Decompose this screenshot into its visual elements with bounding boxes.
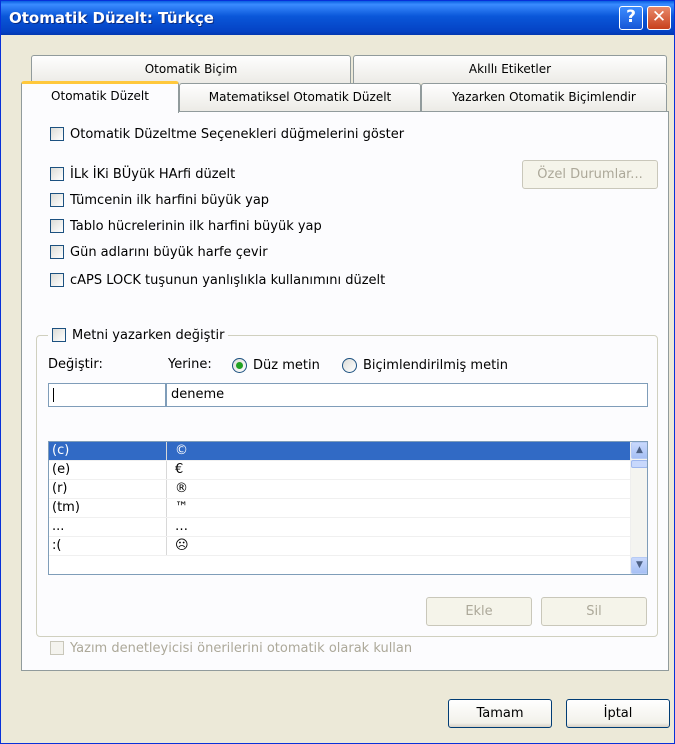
with-cell: € [175, 462, 184, 477]
tab-autocorrect[interactable]: Otomatik Düzelt [21, 81, 179, 113]
caps-lock-option[interactable]: cAPS LOCK tuşunun yanlışlıkla kullanımın… [50, 271, 385, 289]
two-initials-option[interactable]: İLk İKi BÜyük HArfi düzelt [50, 165, 235, 183]
list-item[interactable]: (c) © [49, 442, 647, 461]
capitalize-days-label: Gün adlarını büyük harfe çevir [70, 244, 268, 260]
autocorrect-panel: Otomatik Düzeltme Seçenekleri düğmelerin… [21, 111, 669, 671]
caps-lock-checkbox[interactable] [50, 273, 64, 287]
show-buttons-option[interactable]: Otomatik Düzeltme Seçenekleri düğmelerin… [50, 125, 404, 143]
replace-cell: (c) [49, 442, 167, 460]
add-button[interactable]: Ekle [426, 597, 532, 626]
replace-as-you-type-checkbox[interactable] [52, 328, 66, 342]
replace-as-you-type-option[interactable]: Metni yazarken değiştir [48, 326, 229, 344]
formatted-text-radio[interactable] [342, 357, 357, 373]
ok-button[interactable]: Tamam [448, 699, 552, 728]
capitalize-sentence-checkbox[interactable] [50, 193, 64, 207]
help-button[interactable]: ? [619, 6, 643, 30]
with-cell: ☹ [175, 538, 189, 553]
delete-button[interactable]: Sil [541, 597, 647, 626]
tab-smart-tags[interactable]: Akıllı Etiketler [353, 55, 667, 83]
replace-cell: (r) [49, 480, 167, 498]
show-buttons-label: Otomatik Düzeltme Seçenekleri düğmelerin… [70, 126, 405, 142]
capitalize-table-cells-option[interactable]: Tablo hücrelerinin ilk harfini büyük yap [50, 217, 322, 235]
capitalize-days-option[interactable]: Gün adlarını büyük harfe çevir [50, 243, 268, 261]
plain-text-label: Düz metin [253, 357, 320, 373]
capitalize-table-cells-checkbox[interactable] [50, 219, 64, 233]
replace-cell: (e) [49, 461, 167, 479]
tab-autoformat[interactable]: Otomatik Biçim [31, 55, 351, 83]
spell-suggestions-option[interactable]: Yazım denetleyicisi önerilerini otomatik… [50, 639, 412, 657]
list-item[interactable]: (tm) ™ [49, 499, 647, 518]
list-item[interactable]: ... … [49, 518, 647, 537]
with-cell: © [175, 443, 188, 458]
replace-label: Değiştir: [48, 357, 103, 372]
exceptions-button[interactable]: Özel Durumlar... [522, 160, 658, 189]
spell-suggestions-label: Yazım denetleyicisi önerilerini otomatik… [70, 640, 413, 656]
replace-cell: :( [49, 537, 167, 555]
autocorrect-dialog: Otomatik Düzelt: Türkçe ? ✕ Otomatik Biç… [0, 0, 675, 744]
text-caret [53, 387, 54, 402]
replacement-rows: (c) © (e) € (r) ® (tm) ™... … :( ☹ [49, 442, 647, 556]
title-bar[interactable]: Otomatik Düzelt: Türkçe ? ✕ [1, 1, 674, 35]
replace-cell: (tm) [49, 499, 167, 517]
with-input[interactable]: deneme [166, 383, 648, 407]
list-item[interactable]: :( ☹ [49, 537, 647, 556]
capitalize-sentence-option[interactable]: Tümcenin ilk harfini büyük yap [50, 191, 269, 209]
close-button[interactable]: ✕ [647, 6, 671, 30]
scroll-thumb[interactable] [631, 460, 647, 468]
formatted-text-label: Biçimlendirilmiş metin [363, 357, 509, 373]
replace-cell: ... [49, 518, 167, 536]
capitalize-days-checkbox[interactable] [50, 245, 64, 259]
scroll-down-arrow-icon[interactable]: ▼ [631, 557, 647, 574]
scroll-up-arrow-icon[interactable]: ▲ [631, 442, 647, 459]
show-buttons-checkbox[interactable] [50, 127, 64, 141]
two-initials-label: İLk İKi BÜyük HArfi düzelt [70, 166, 236, 182]
tab-math-autocorrect[interactable]: Matematiksel Otomatik Düzelt [179, 83, 421, 111]
two-initials-checkbox[interactable] [50, 167, 64, 181]
caps-lock-label: cAPS LOCK tuşunun yanlışlıkla kullanımın… [70, 272, 386, 288]
capitalize-sentence-label: Tümcenin ilk harfini büyük yap [70, 192, 270, 208]
cancel-button[interactable]: İptal [566, 699, 670, 728]
replace-as-you-type-label: Metni yazarken değiştir [72, 327, 225, 343]
tab-autoformat-as-you-type[interactable]: Yazarken Otomatik Biçimlendir [421, 83, 667, 111]
replace-input[interactable] [48, 383, 166, 407]
with-cell: … [175, 519, 188, 534]
with-cell: ™ [175, 500, 188, 515]
list-scrollbar[interactable]: ▲ ▼ [630, 442, 647, 574]
with-label: Yerine: [168, 357, 212, 372]
window-title: Otomatik Düzelt: Türkçe [9, 9, 214, 27]
formatted-text-option[interactable]: Biçimlendirilmiş metin [342, 356, 508, 374]
list-item[interactable]: (r) ® [49, 480, 647, 499]
plain-text-option[interactable]: Düz metin [232, 356, 320, 374]
capitalize-table-cells-label: Tablo hücrelerinin ilk harfini büyük yap [70, 218, 322, 234]
replacement-list[interactable]: (c) © (e) € (r) ® (tm) ™... … :( ☹ ▲ ▼ [48, 441, 648, 575]
list-item[interactable]: (e) € [49, 461, 647, 480]
with-cell: ® [175, 481, 188, 496]
spell-suggestions-checkbox[interactable] [50, 641, 64, 655]
plain-text-radio[interactable] [232, 357, 247, 373]
